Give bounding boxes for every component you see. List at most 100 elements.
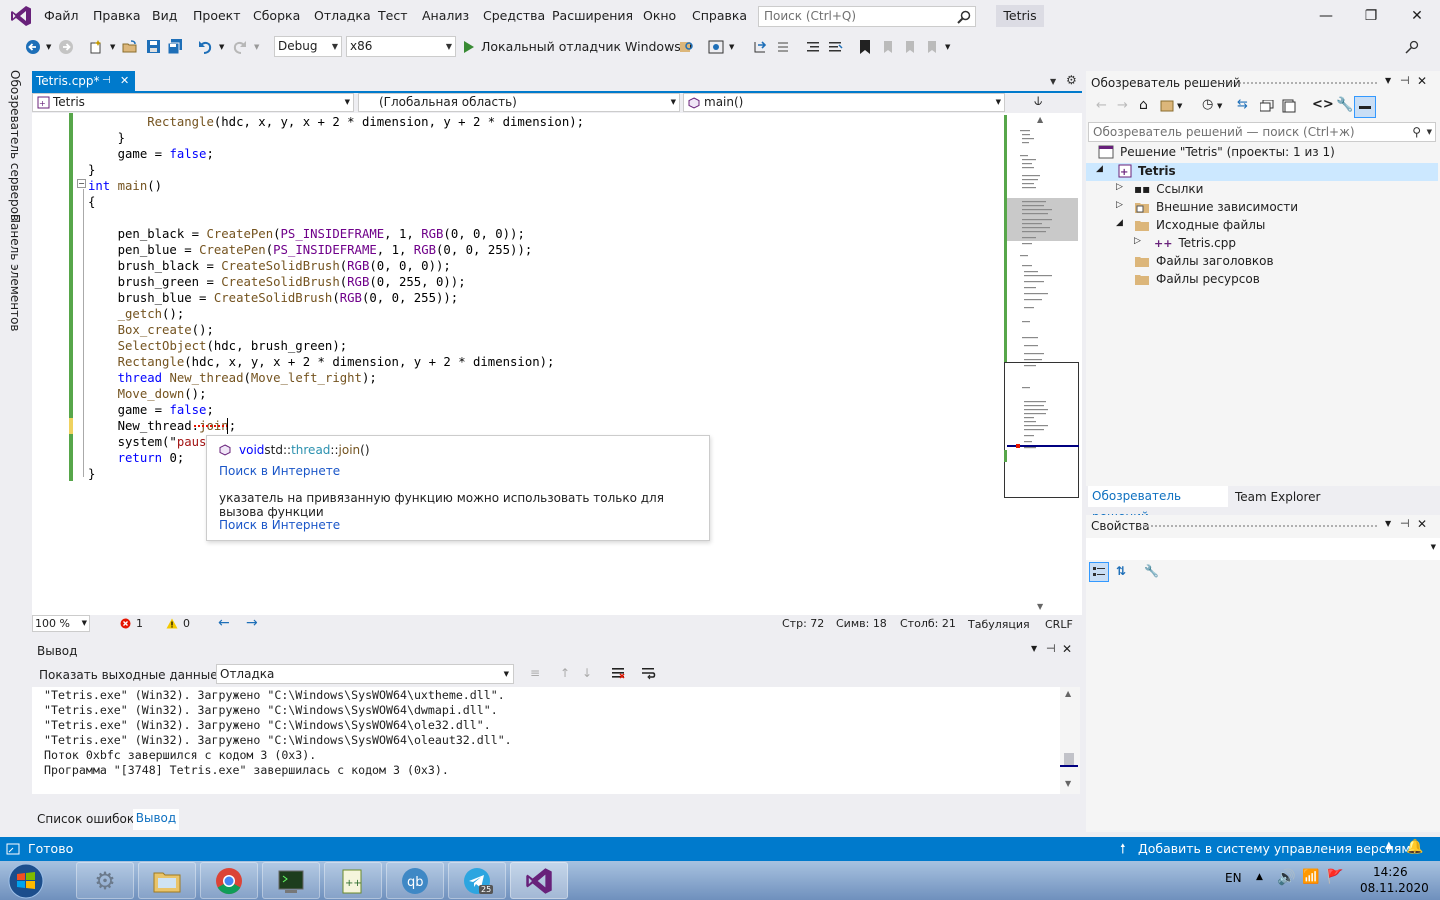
menu-help[interactable]: Справка	[692, 8, 747, 23]
solution-menu-icon[interactable]: ▼	[1385, 76, 1391, 85]
uncomment-lines-icon[interactable]	[825, 37, 845, 56]
code-line[interactable]: {	[88, 194, 95, 210]
code-line[interactable]: int main()	[88, 178, 162, 194]
find-message-icon[interactable]: ≡	[530, 666, 540, 680]
back-navigate-icon[interactable]	[22, 37, 44, 56]
close-window-icon[interactable]: ✕	[1407, 6, 1427, 26]
output-source-select[interactable]: Отладка ▼	[216, 664, 514, 684]
source-control-up-icon[interactable]: 🠕	[1120, 840, 1126, 862]
minimap-scrollbar[interactable]	[1004, 115, 1080, 613]
volume-icon[interactable]: 🔊	[1277, 868, 1296, 886]
menu-extensions[interactable]: Расширения	[552, 8, 633, 23]
property-pages-wrench-icon[interactable]: 🔧	[1144, 564, 1159, 578]
properties-object-select[interactable]: ▼	[1086, 538, 1440, 560]
toolbox-tab[interactable]: Панель элементов	[8, 214, 22, 332]
taskbar-notepadpp-app[interactable]: ++	[324, 862, 382, 899]
clock-time[interactable]: 14:26	[1373, 865, 1408, 879]
zoom-select[interactable]: 100 % ▼	[32, 615, 90, 632]
view-code-icon[interactable]: <>	[1312, 97, 1334, 112]
output-scroll-up-icon[interactable]: ▲	[1065, 689, 1071, 698]
expand-project-icon[interactable]: ◢	[1096, 164, 1103, 174]
forward-navigate-icon[interactable]	[56, 37, 76, 56]
word-wrap-icon[interactable]	[641, 666, 657, 680]
network-icon[interactable]: 📶	[1302, 869, 1319, 885]
code-line[interactable]: system("pause	[88, 434, 214, 450]
collapse-main-icon[interactable]: −	[77, 179, 86, 188]
toolbar-overflow-icon[interactable]: ▼	[945, 43, 950, 51]
scroll-up-icon[interactable]: ▲	[1037, 115, 1043, 124]
taskbar-terminal-app[interactable]	[262, 862, 320, 899]
code-line[interactable]: }	[88, 162, 95, 178]
menu-analyze[interactable]: Анализ	[422, 8, 469, 23]
code-line[interactable]: brush_black = CreateSolidBrush(RGB(0, 0,…	[88, 258, 451, 274]
taskbar-visualstudio-app[interactable]	[510, 862, 568, 899]
menu-file[interactable]: Файл	[44, 8, 79, 23]
output-scroll-thumb[interactable]	[1064, 753, 1074, 765]
home-icon[interactable]: ⌂	[1139, 97, 1148, 113]
code-line[interactable]: brush_blue = CreateSolidBrush(RGB(0, 0, …	[88, 290, 459, 306]
prev-message-icon[interactable]: ↑	[560, 666, 570, 680]
clear-all-icon[interactable]	[611, 666, 625, 680]
redo-icon[interactable]	[230, 37, 250, 56]
tab-error-list[interactable]: Список ошибок	[37, 812, 134, 826]
vcs-dropdown-icon[interactable]: ▲	[1385, 840, 1393, 851]
tab-team-explorer[interactable]: Team Explorer	[1235, 490, 1321, 504]
expand-references-icon[interactable]: ▷	[1116, 182, 1123, 192]
code-line[interactable]: }	[88, 130, 125, 146]
code-line[interactable]: game = false;	[88, 402, 214, 418]
tree-node-resource-files[interactable]: Файлы ресурсов	[1134, 272, 1260, 286]
code-line[interactable]: pen_black = CreatePen(PS_INSIDEFRAME, 1,…	[88, 226, 525, 242]
minimap-viewport[interactable]	[1004, 362, 1079, 498]
comment-lines-icon[interactable]	[803, 37, 823, 56]
code-line[interactable]: }	[88, 466, 95, 482]
errors-indicator[interactable]: 1	[120, 617, 143, 630]
code-line[interactable]: game = false;	[88, 146, 214, 162]
step-over-icon[interactable]	[773, 37, 793, 56]
tab-solution-explorer[interactable]: Обозреватель решений	[1088, 486, 1228, 524]
scroll-down-icon[interactable]: ▼	[1037, 602, 1043, 611]
menu-project[interactable]: Проект	[193, 8, 241, 23]
code-line[interactable]: Rectangle(hdc, x, y, x + 2 * dimension, …	[88, 114, 584, 130]
split-editor-icon[interactable]: ⫝	[1034, 93, 1042, 109]
pending-changes-filter-icon[interactable]: ◷	[1202, 97, 1213, 112]
tab-list-dropdown-icon[interactable]: ▼	[1050, 77, 1056, 86]
global-scope-select[interactable]: (Глобальная область) ▼	[358, 93, 680, 112]
screenshot-dropdown-icon[interactable]: ▼	[729, 43, 734, 51]
back-dropdown-icon[interactable]: ▼	[46, 43, 51, 51]
code-line[interactable]: _getch();	[88, 306, 185, 322]
open-file-icon[interactable]	[120, 37, 140, 56]
menu-window[interactable]: Окно	[643, 8, 676, 23]
output-scrollbar[interactable]: ▲ ▼	[1060, 687, 1080, 794]
nav-forward-icon[interactable]: →	[246, 615, 258, 631]
screenshot-icon[interactable]	[706, 37, 726, 56]
line-ending[interactable]: CRLF	[1045, 618, 1073, 631]
prev-bookmark-icon[interactable]	[878, 37, 898, 56]
tree-node-tetris-cpp[interactable]: ++ Tetris.cpp	[1154, 236, 1236, 250]
output-menu-icon[interactable]: ▼	[1031, 644, 1037, 653]
collapse-source-files-icon[interactable]: ◢	[1116, 218, 1123, 228]
output-pin-icon[interactable]: ⊣	[1046, 642, 1056, 655]
code-line[interactable]: SelectObject(hdc, brush_green);	[88, 338, 348, 354]
tree-node-references[interactable]: ▪▪ Ссылки	[1134, 182, 1203, 196]
undo-icon[interactable]	[195, 37, 215, 56]
filter-dropdown-icon[interactable]: ▼	[1217, 102, 1222, 110]
tree-solution-root[interactable]: Решение "Tetris" (проекты: 1 из 1)	[1098, 145, 1335, 159]
input-language[interactable]: EN	[1225, 871, 1242, 885]
tab-output[interactable]: Вывод	[133, 809, 179, 830]
server-explorer-tab[interactable]: Обозреватель серверов	[8, 70, 22, 221]
code-line[interactable]: Rectangle(hdc, x, y, x + 2 * dimension, …	[88, 354, 555, 370]
menu-build[interactable]: Сборка	[253, 8, 300, 23]
properties-pin-icon[interactable]: ⊣	[1400, 517, 1410, 530]
categorized-button[interactable]	[1089, 562, 1109, 582]
solution-pin-icon[interactable]: ⊣	[1400, 74, 1410, 87]
clock-date[interactable]: 08.11.2020	[1360, 881, 1429, 895]
restore-icon[interactable]: ❐	[1361, 6, 1381, 26]
tree-node-external-deps[interactable]: Внешние зависимости	[1134, 200, 1298, 214]
expand-tetris-cpp-icon[interactable]: ▷	[1134, 236, 1141, 246]
quick-launch-search-input[interactable]: Поиск (Ctrl+Q)	[758, 6, 976, 27]
nav-back-icon[interactable]: ←	[218, 615, 230, 631]
code-line[interactable]: brush_green = CreateSolidBrush(RGB(0, 25…	[88, 274, 466, 290]
taskbar-telegram-app[interactable]: 25	[448, 862, 506, 899]
start-debugging-button[interactable]: Локальный отладчик Windows ▼	[463, 39, 692, 54]
switch-views-icon[interactable]	[1160, 100, 1174, 112]
